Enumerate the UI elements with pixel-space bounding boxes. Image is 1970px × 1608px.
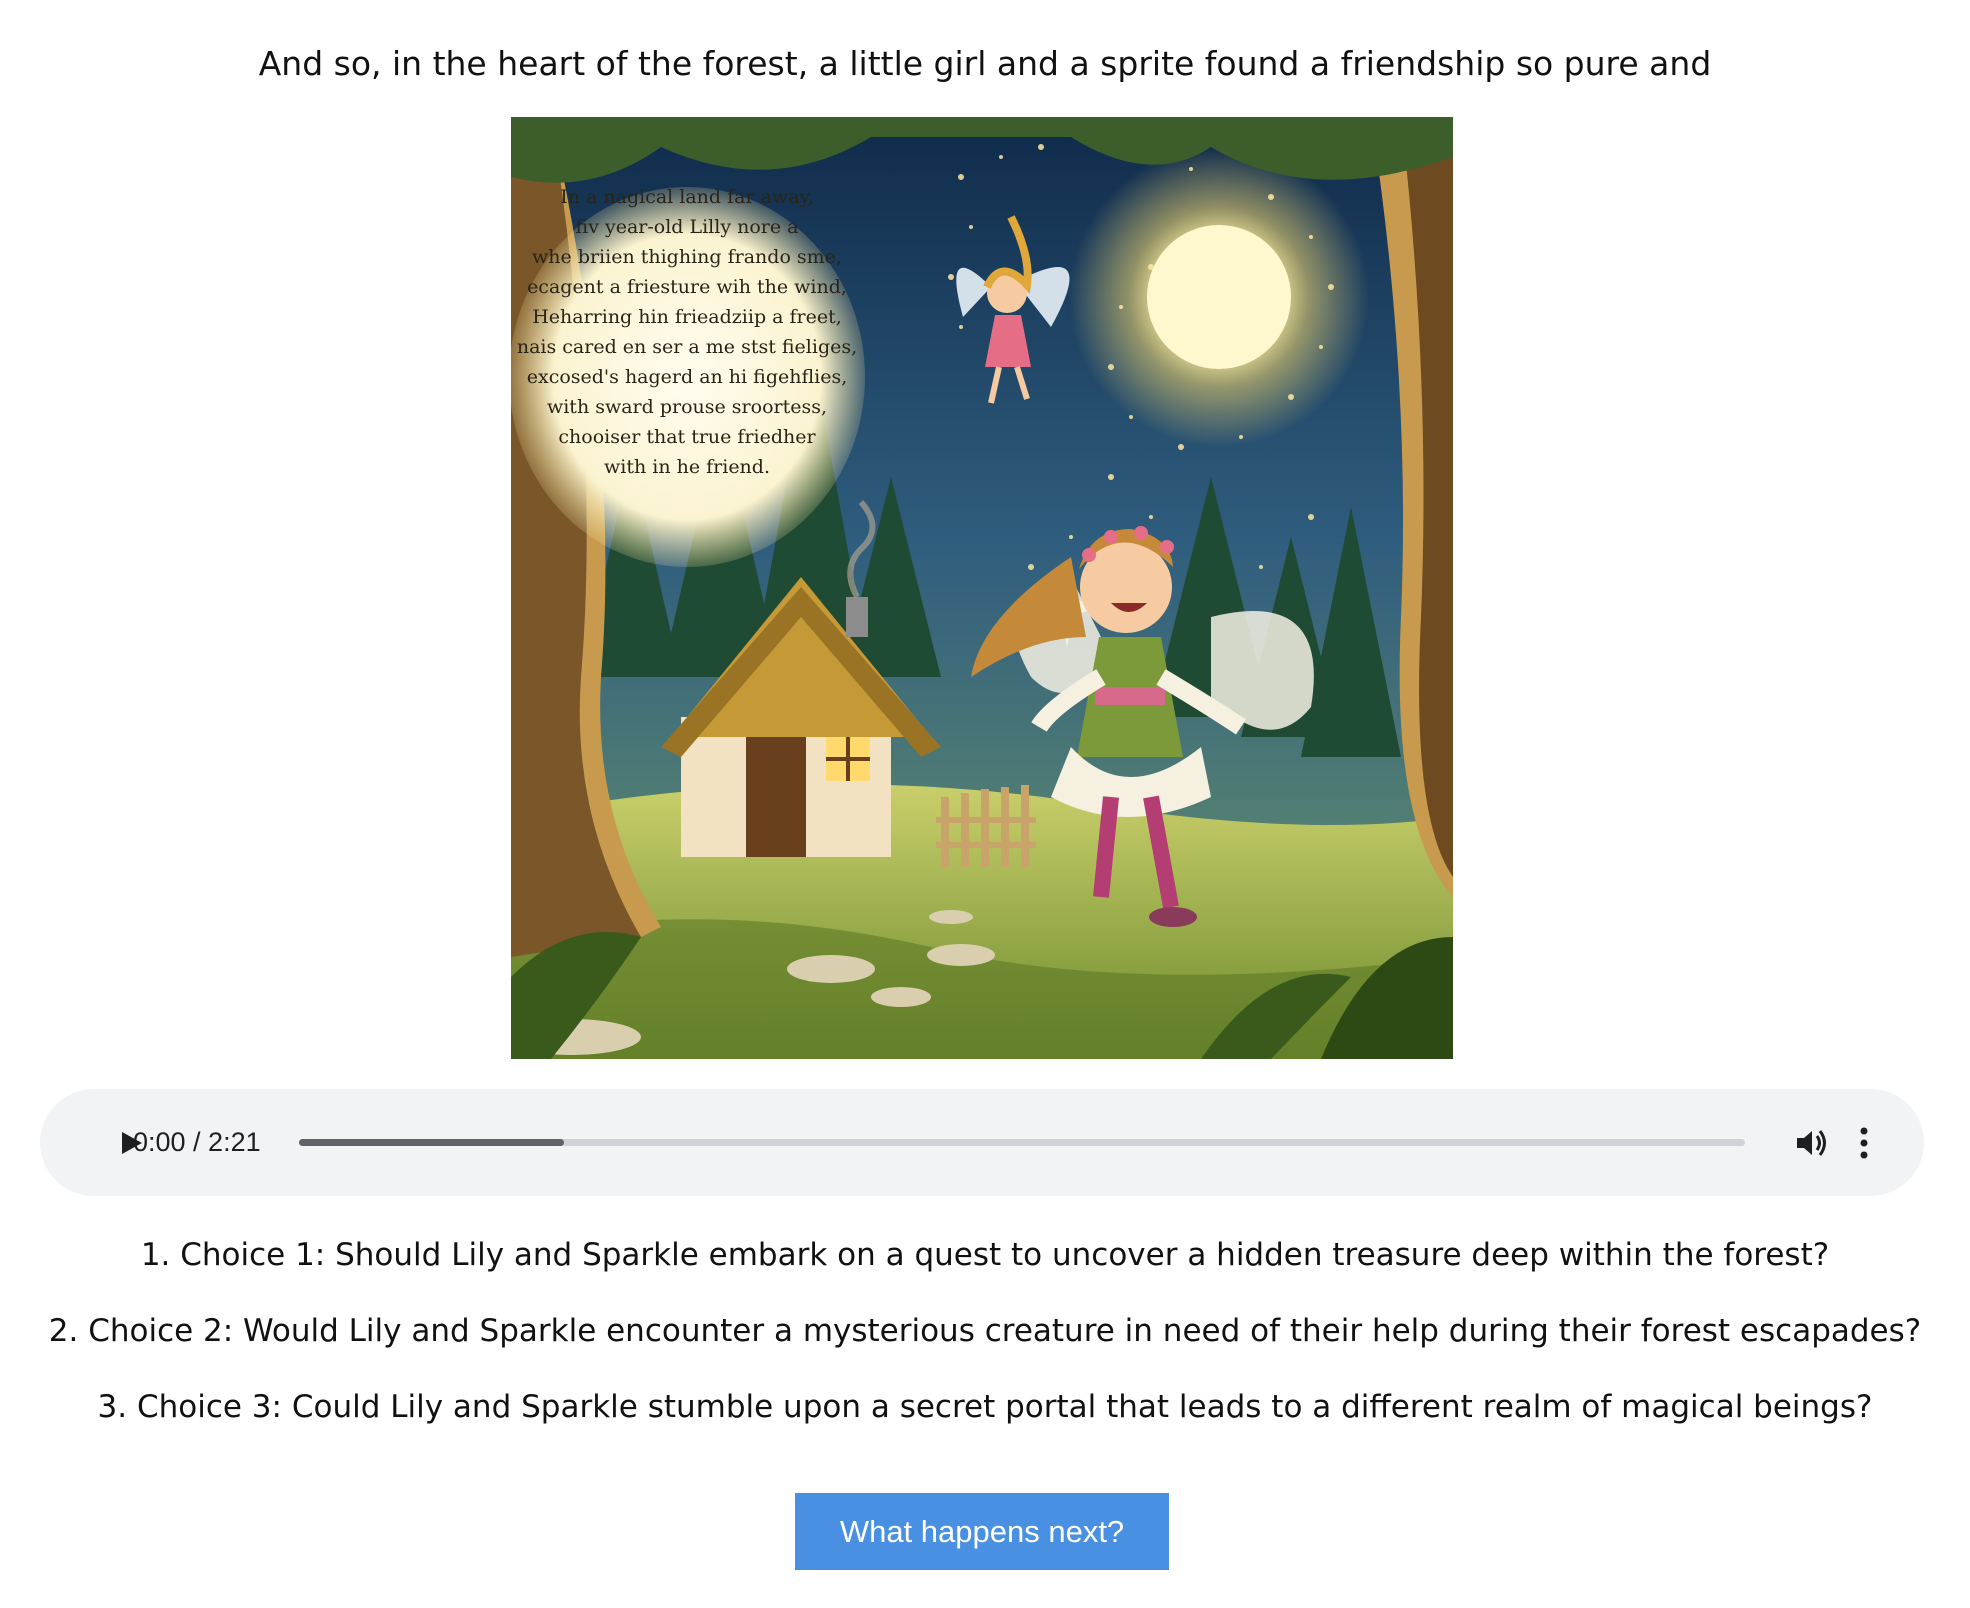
- progress-buffered: [299, 1139, 564, 1146]
- svg-text:ecagent a friesture wih the wi: ecagent a friesture wih the wind,: [527, 276, 847, 298]
- choice-item-2: 2. Choice 2: Would Lily and Sparkle enco…: [48, 1313, 1922, 1349]
- more-options-icon: [1860, 1127, 1868, 1159]
- svg-text:In a nagical land far away,: In a nagical land far away,: [560, 186, 814, 208]
- time-readout: 0:00 / 2:21: [133, 1127, 261, 1157]
- what-happens-next-button[interactable]: What happens next?: [795, 1493, 1169, 1570]
- volume-icon: [1797, 1130, 1826, 1156]
- story-text: And so, in the heart of the forest, a li…: [258, 44, 1712, 83]
- svg-text:excosed's hagerd an hi figehfl: excosed's hagerd an hi figehflies,: [527, 366, 848, 388]
- choice-item-3: 3. Choice 3: Could Lily and Sparkle stum…: [97, 1389, 1873, 1425]
- svg-text:nais cared en ser a me stst fi: nais cared en ser a me stst fieliges,: [517, 336, 857, 358]
- svg-text:with sward prouse sroortess,: with sward prouse sroortess,: [547, 396, 827, 418]
- more-options-button[interactable]: [1852, 1121, 1876, 1165]
- choice-item-1: 1. Choice 1: Should Lily and Sparkle emb…: [140, 1237, 1830, 1273]
- svg-text:fiv year-old Lilly nore a: fiv year-old Lilly nore a: [576, 216, 799, 238]
- volume-button[interactable]: [1789, 1121, 1833, 1165]
- svg-text:with in he friend.: with in he friend.: [604, 456, 770, 478]
- svg-text:whe briien thighing frando sme: whe briien thighing frando sme,: [532, 246, 842, 268]
- svg-text:Heharring hin frieadziip a fre: Heharring hin frieadziip a freet,: [532, 306, 842, 328]
- svg-text:chooiser that true friedher: chooiser that true friedher: [558, 426, 816, 448]
- audio-player: 0:00 / 2:21: [40, 1089, 1924, 1196]
- story-illustration: In a nagical land far away, fiv year-old…: [511, 117, 1453, 1059]
- progress-slider[interactable]: [299, 1139, 1745, 1146]
- choice-list: 1. Choice 1: Should Lily and Sparkle emb…: [0, 1235, 1970, 1463]
